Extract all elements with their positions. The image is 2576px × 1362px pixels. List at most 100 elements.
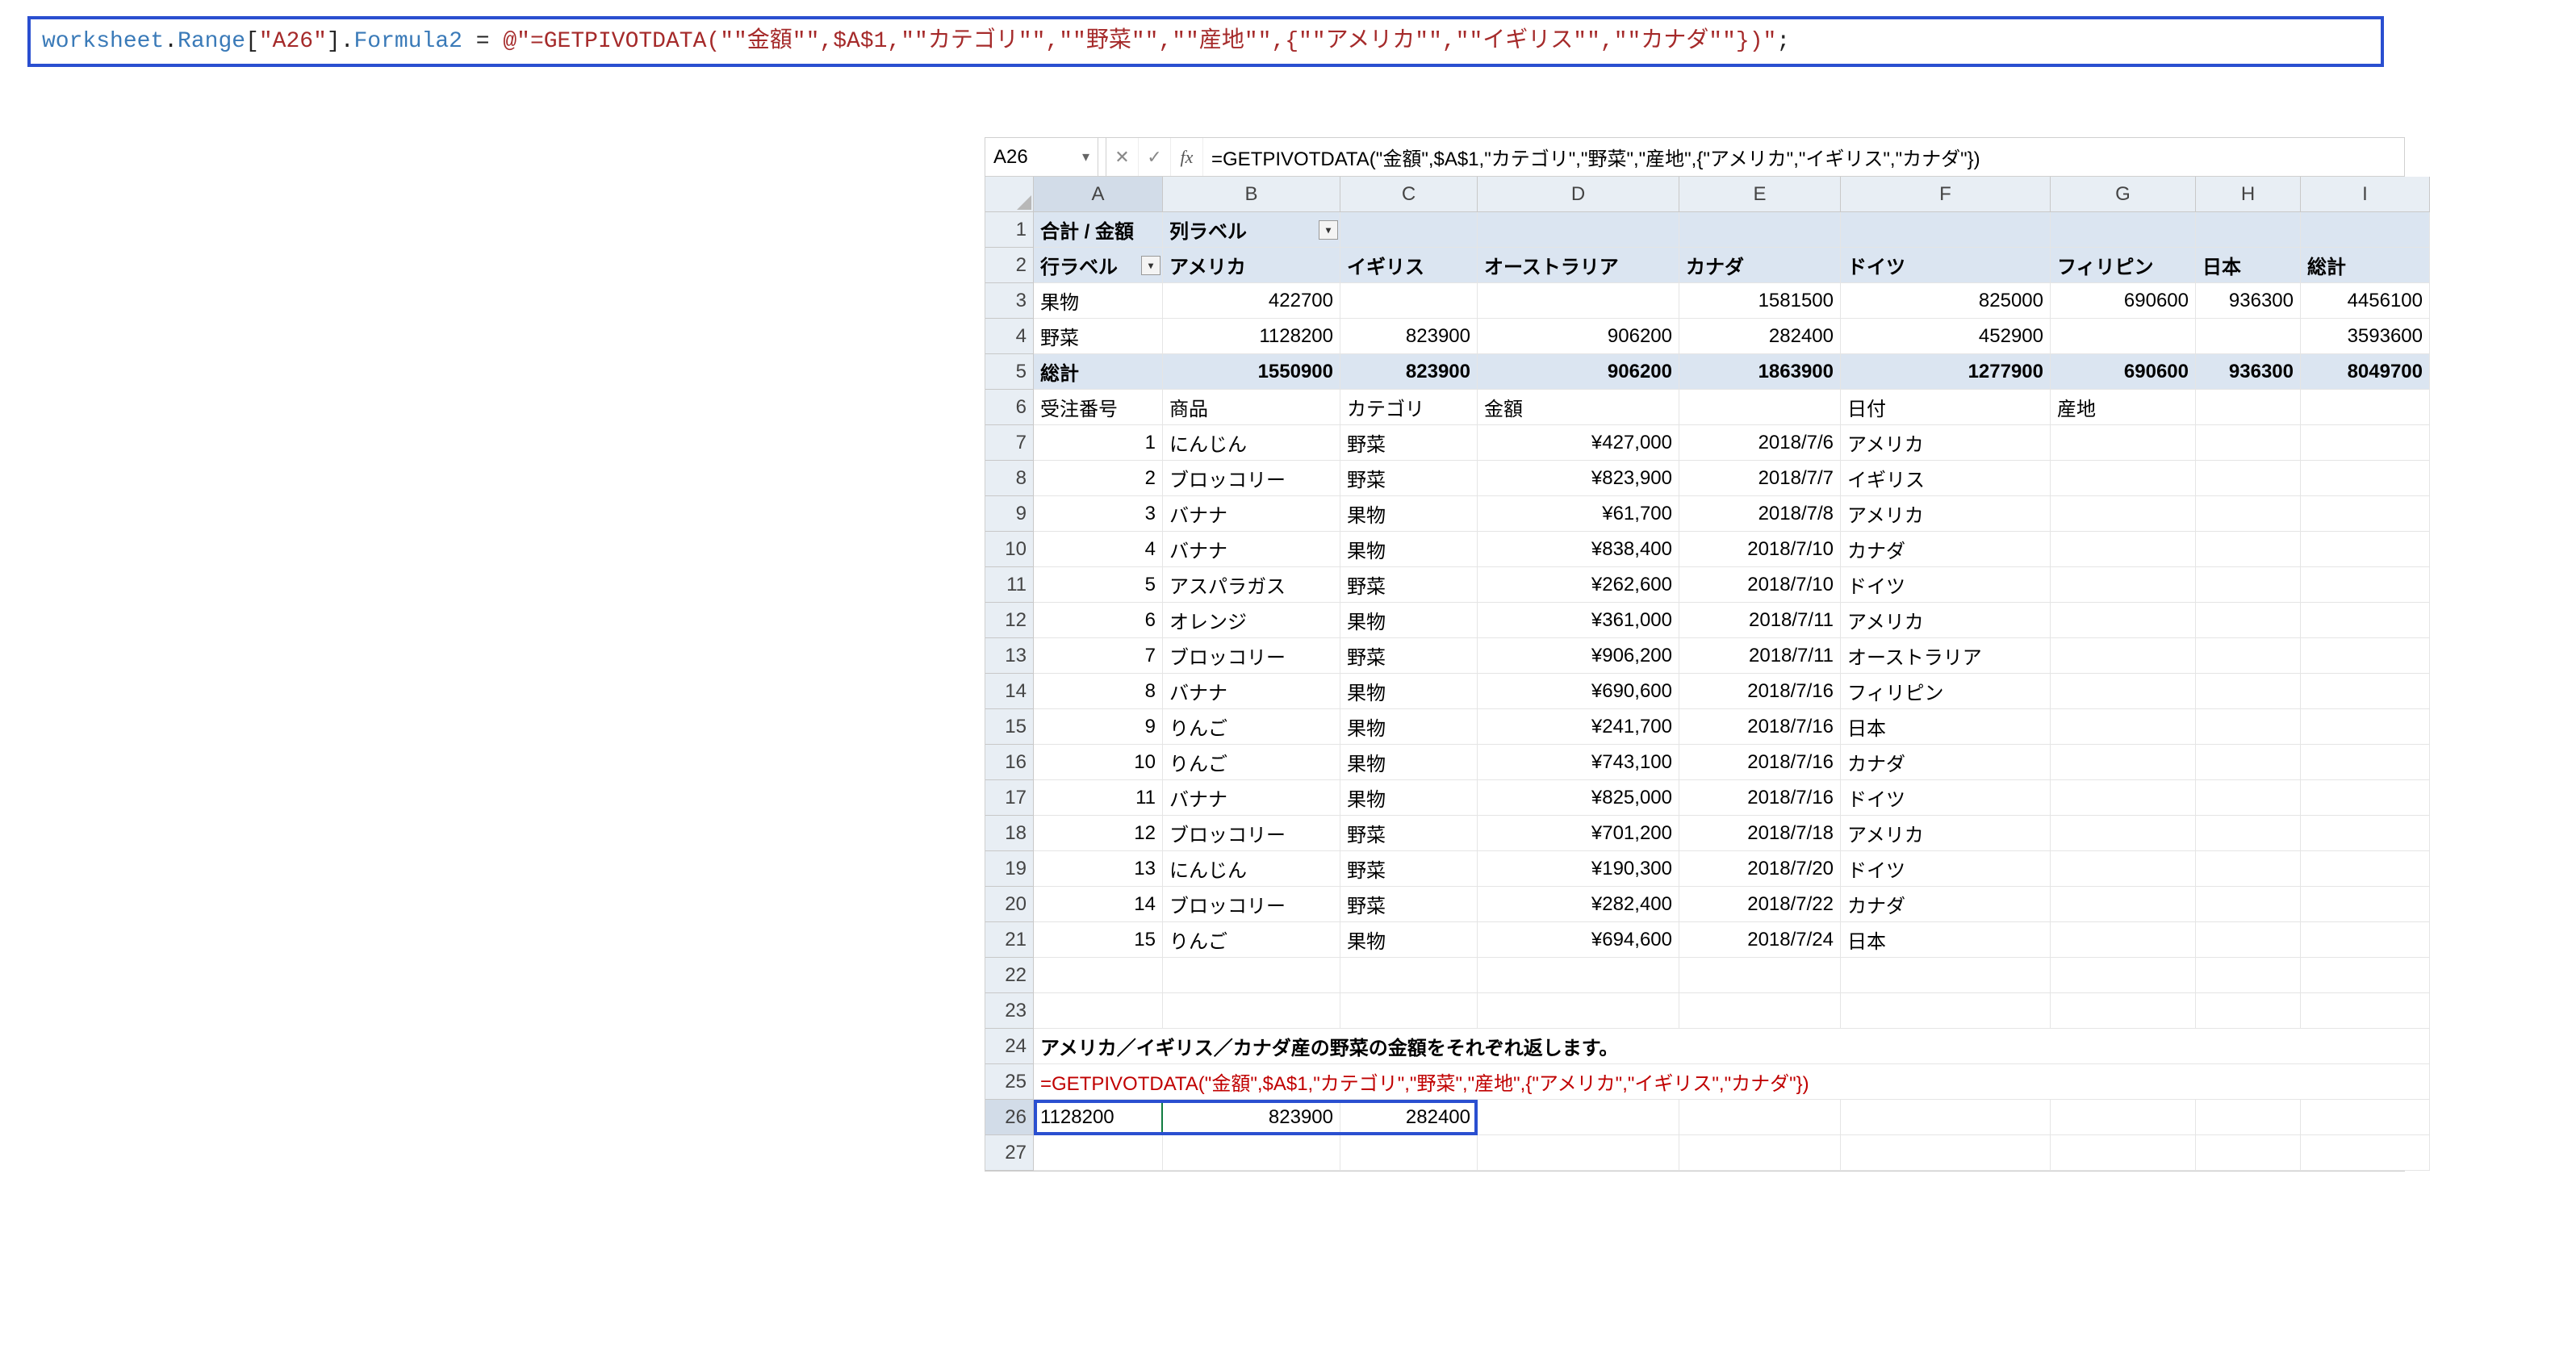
- pivot-cell[interactable]: カナダ: [1679, 248, 1841, 283]
- spreadsheet-grid[interactable]: A B C D E F G H I 1 合計 / 金額 列ラベル ▾ 2 行ラベ…: [985, 177, 2404, 1171]
- row-header[interactable]: 16: [985, 745, 1034, 780]
- cell[interactable]: [1841, 1100, 2051, 1135]
- cell[interactable]: アメリカ: [1841, 425, 2051, 461]
- cell[interactable]: [1478, 283, 1679, 319]
- cell[interactable]: [1340, 958, 1478, 993]
- cell[interactable]: 受注番号: [1034, 390, 1163, 425]
- cell[interactable]: 9: [1034, 709, 1163, 745]
- cell[interactable]: 936300: [2196, 354, 2301, 390]
- pivot-cell[interactable]: フィリピン: [2051, 248, 2196, 283]
- cell[interactable]: 906200: [1478, 319, 1679, 354]
- cell[interactable]: [2301, 496, 2430, 532]
- cell[interactable]: [1679, 993, 1841, 1029]
- cell[interactable]: 4: [1034, 532, 1163, 567]
- cell[interactable]: 12: [1034, 816, 1163, 851]
- pivot-cell[interactable]: イギリス: [1340, 248, 1478, 283]
- cell[interactable]: [2196, 993, 2301, 1029]
- cell[interactable]: [2051, 851, 2196, 887]
- cell[interactable]: 野菜: [1340, 461, 1478, 496]
- cell[interactable]: 452900: [1841, 319, 2051, 354]
- cell[interactable]: カナダ: [1841, 887, 2051, 922]
- cell[interactable]: りんご: [1163, 745, 1340, 780]
- cell[interactable]: [2301, 851, 2430, 887]
- cell[interactable]: 総計: [1034, 354, 1163, 390]
- cell[interactable]: [1679, 958, 1841, 993]
- cell[interactable]: [1034, 958, 1163, 993]
- cell[interactable]: 422700: [1163, 283, 1340, 319]
- row-header[interactable]: 9: [985, 496, 1034, 532]
- row-header[interactable]: 1: [985, 212, 1034, 248]
- col-header[interactable]: C: [1340, 177, 1478, 212]
- cell[interactable]: [2196, 851, 2301, 887]
- cell[interactable]: [1841, 1135, 2051, 1171]
- cell[interactable]: 2018/7/10: [1679, 567, 1841, 603]
- cell[interactable]: バナナ: [1163, 780, 1340, 816]
- cell[interactable]: 野菜: [1340, 816, 1478, 851]
- cell[interactable]: 1128200: [1163, 319, 1340, 354]
- cell[interactable]: [1679, 390, 1841, 425]
- cell[interactable]: ¥694,600: [1478, 922, 1679, 958]
- cell[interactable]: オレンジ: [1163, 603, 1340, 638]
- cell[interactable]: [2301, 532, 2430, 567]
- row-header[interactable]: 2: [985, 248, 1034, 283]
- dropdown-icon[interactable]: ▾: [1319, 220, 1338, 240]
- cell[interactable]: 果物: [1340, 496, 1478, 532]
- row-header[interactable]: 25: [985, 1064, 1034, 1100]
- cell[interactable]: 野菜: [1340, 638, 1478, 674]
- cell[interactable]: [1478, 1135, 1679, 1171]
- cell[interactable]: ¥823,900: [1478, 461, 1679, 496]
- cell[interactable]: 2018/7/16: [1679, 745, 1841, 780]
- cell[interactable]: 2018/7/7: [1679, 461, 1841, 496]
- cell[interactable]: 1: [1034, 425, 1163, 461]
- cell[interactable]: ¥906,200: [1478, 638, 1679, 674]
- pivot-cell[interactable]: [1478, 212, 1679, 248]
- cell[interactable]: 1550900: [1163, 354, 1340, 390]
- cell[interactable]: [1340, 993, 1478, 1029]
- cell[interactable]: 936300: [2196, 283, 2301, 319]
- cell[interactable]: [1163, 958, 1340, 993]
- cell[interactable]: [2301, 780, 2430, 816]
- cell[interactable]: 果物: [1340, 709, 1478, 745]
- cell[interactable]: ¥427,000: [1478, 425, 1679, 461]
- cell[interactable]: カナダ: [1841, 745, 2051, 780]
- cell[interactable]: [2196, 1135, 2301, 1171]
- cell[interactable]: イギリス: [1841, 461, 2051, 496]
- row-header[interactable]: 21: [985, 922, 1034, 958]
- cell[interactable]: [1034, 993, 1163, 1029]
- select-all-corner[interactable]: [985, 177, 1034, 212]
- cell[interactable]: 2018/7/24: [1679, 922, 1841, 958]
- cell[interactable]: 15: [1034, 922, 1163, 958]
- cell[interactable]: 906200: [1478, 354, 1679, 390]
- cell[interactable]: [2301, 922, 2430, 958]
- cell[interactable]: ¥825,000: [1478, 780, 1679, 816]
- cell[interactable]: 823900: [1163, 1100, 1340, 1135]
- selected-cell[interactable]: 1128200: [1034, 1100, 1163, 1135]
- cell[interactable]: [2301, 887, 2430, 922]
- cell[interactable]: [2196, 1100, 2301, 1135]
- cell[interactable]: 野菜: [1340, 851, 1478, 887]
- cell[interactable]: [2051, 993, 2196, 1029]
- row-header[interactable]: 14: [985, 674, 1034, 709]
- cell[interactable]: 1863900: [1679, 354, 1841, 390]
- cell[interactable]: [1478, 993, 1679, 1029]
- cell[interactable]: カナダ: [1841, 532, 2051, 567]
- cell[interactable]: [2051, 567, 2196, 603]
- cell[interactable]: [2301, 1135, 2430, 1171]
- cell[interactable]: [1841, 958, 2051, 993]
- cell[interactable]: [2196, 816, 2301, 851]
- cell[interactable]: 金額: [1478, 390, 1679, 425]
- row-header[interactable]: 17: [985, 780, 1034, 816]
- cell[interactable]: 野菜: [1340, 567, 1478, 603]
- row-header[interactable]: 24: [985, 1029, 1034, 1064]
- cell[interactable]: [2196, 709, 2301, 745]
- cell[interactable]: 3: [1034, 496, 1163, 532]
- pivot-cell[interactable]: [2196, 212, 2301, 248]
- cell[interactable]: [2051, 603, 2196, 638]
- cell[interactable]: [2051, 745, 2196, 780]
- cell[interactable]: りんご: [1163, 922, 1340, 958]
- cell[interactable]: [2196, 603, 2301, 638]
- cell[interactable]: [2196, 638, 2301, 674]
- col-header[interactable]: E: [1679, 177, 1841, 212]
- cell[interactable]: ドイツ: [1841, 567, 2051, 603]
- cell[interactable]: [2051, 780, 2196, 816]
